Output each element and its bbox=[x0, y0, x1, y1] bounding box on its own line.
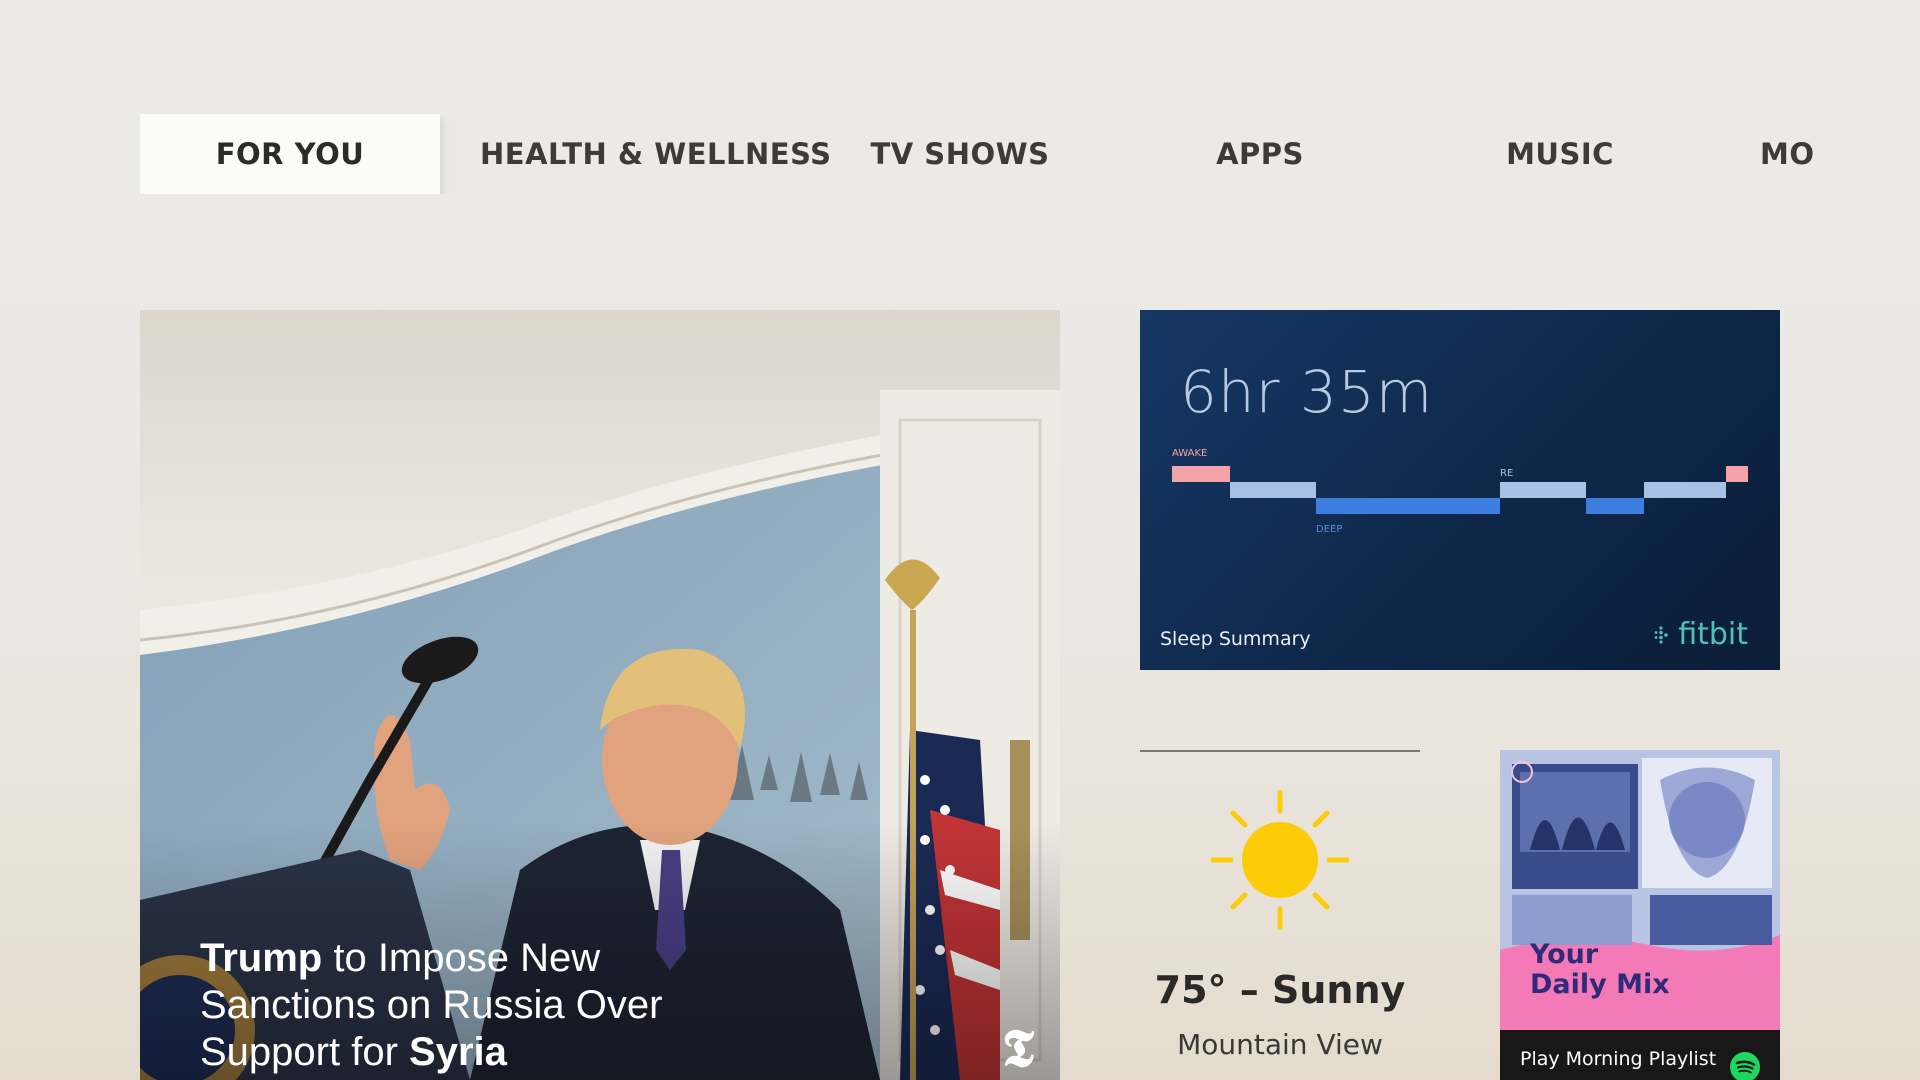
fitbit-dots-icon bbox=[1654, 625, 1668, 644]
spotify-icon bbox=[1730, 1052, 1760, 1080]
fitbit-brand-text: fitbit bbox=[1678, 617, 1748, 652]
mix-title-line1: Your bbox=[1530, 939, 1599, 970]
news-card[interactable]: Trump to Impose New Sanctions on Russia … bbox=[140, 310, 1060, 1080]
sleep-hypnogram: AWAKE RE DEEP bbox=[1172, 448, 1748, 535]
tab-tv-shows[interactable]: TV SHOWS bbox=[840, 114, 1080, 194]
spotify-footer: Play Morning Playlist bbox=[1500, 1030, 1780, 1080]
sun-icon bbox=[1210, 790, 1350, 930]
play-playlist-label: Play Morning Playlist bbox=[1520, 1048, 1717, 1070]
weather-city: Mountain View bbox=[1177, 1028, 1383, 1061]
tab-health-wellness[interactable]: HEALTH & WELLNESS bbox=[480, 114, 831, 194]
nyt-logo-icon: 𝕿 bbox=[1002, 1018, 1034, 1079]
tab-apps[interactable]: APPS bbox=[1140, 114, 1380, 194]
weather-temperature: 75° – Sunny bbox=[1154, 968, 1406, 1012]
fitbit-sleep-card[interactable]: 6hr 35m AWAKE RE DEEP Sleep Summary fitb… bbox=[1140, 310, 1780, 670]
stage-light-2 bbox=[1644, 482, 1726, 498]
weather-card[interactable]: 75° – Sunny Mountain View bbox=[1140, 750, 1420, 1080]
headline-subject: Trump bbox=[200, 936, 323, 980]
news-headline: Trump to Impose New Sanctions on Russia … bbox=[200, 935, 720, 1076]
mix-title: Your Daily Mix bbox=[1530, 940, 1670, 1000]
tab-for-you[interactable]: FOR YOU bbox=[140, 114, 440, 194]
stage-deep-2 bbox=[1586, 498, 1644, 514]
stage-light-1 bbox=[1230, 482, 1316, 498]
stage-awake-1 bbox=[1172, 466, 1230, 482]
headline-object: Syria bbox=[409, 1030, 507, 1074]
tab-more[interactable]: MO bbox=[1760, 114, 1920, 194]
fitbit-logo: fitbit bbox=[1652, 617, 1748, 652]
weather-divider bbox=[1140, 750, 1420, 752]
label-rem: RE bbox=[1500, 468, 1513, 479]
stage-deep-1 bbox=[1316, 498, 1500, 514]
sleep-summary-label: Sleep Summary bbox=[1160, 628, 1311, 650]
category-tabs: FOR YOU HEALTH & WELLNESS TV SHOWS APPS … bbox=[140, 114, 1920, 194]
stage-awake-2 bbox=[1726, 466, 1748, 482]
tab-music[interactable]: MUSIC bbox=[1440, 114, 1680, 194]
label-deep: DEEP bbox=[1316, 524, 1342, 535]
label-awake: AWAKE bbox=[1172, 448, 1207, 459]
spotify-mix-card[interactable]: Your Daily Mix Play Morning Playlist bbox=[1500, 750, 1780, 1080]
mix-title-line2: Daily Mix bbox=[1530, 969, 1670, 1000]
stage-rem-1 bbox=[1500, 482, 1586, 498]
